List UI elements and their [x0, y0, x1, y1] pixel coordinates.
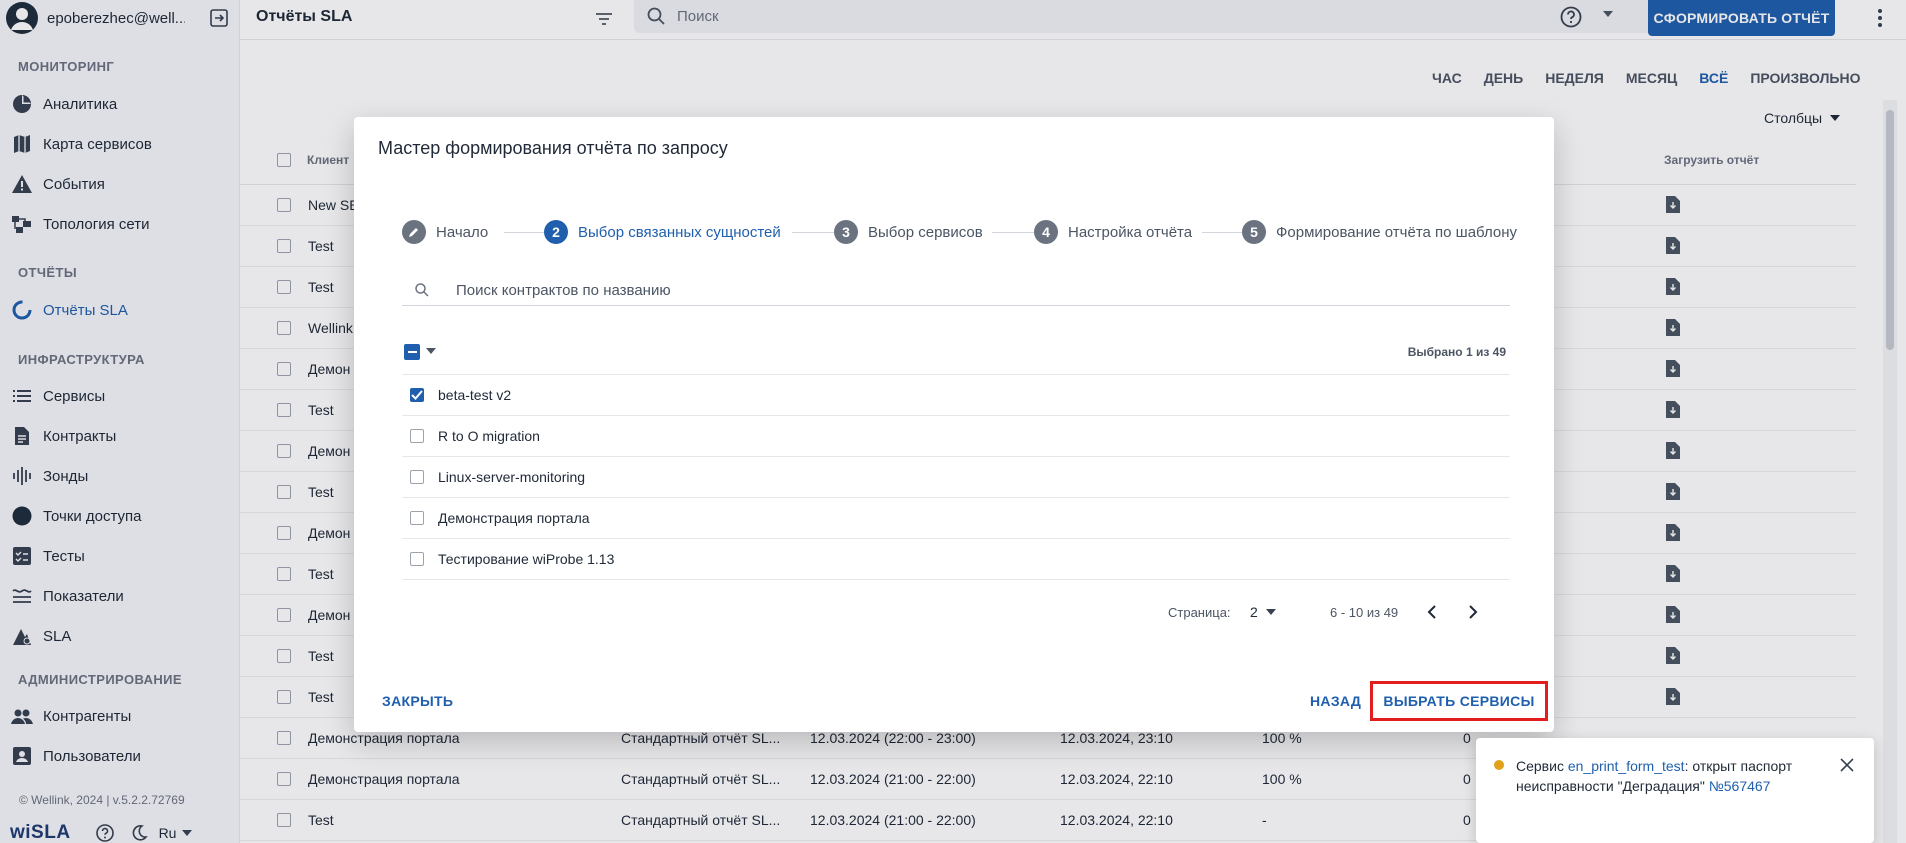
step-label: Настройка отчёта	[1068, 223, 1193, 241]
ticket-link[interactable]: №567467	[1709, 778, 1771, 794]
page-label: Страница:	[1168, 605, 1231, 620]
step-number: 2	[544, 220, 568, 244]
select-services-button[interactable]: ВЫБРАТЬ СЕРВИСЫ	[1370, 681, 1548, 721]
close-button[interactable]: ЗАКРЫТЬ	[382, 693, 453, 709]
step-services[interactable]: 3 Выбор сервисов	[834, 220, 983, 244]
select-services-label: ВЫБРАТЬ СЕРВИСЫ	[1383, 693, 1535, 709]
notification-text: Сервис en_print_form_test: открыт паспор…	[1516, 756, 1816, 796]
contracts-list-header: Выбрано 1 из 49	[402, 339, 1510, 375]
chevron-left-icon[interactable]	[1422, 602, 1442, 622]
contract-search-input[interactable]	[456, 279, 1056, 301]
select-all-contracts-checkbox[interactable]	[404, 344, 420, 360]
contract-checkbox[interactable]	[410, 388, 424, 402]
wizard-stepper: Начало 2 Выбор связанных сущностей 3 Выб…	[402, 220, 1517, 246]
list-item[interactable]: Тестирование wiProbe 1.13	[402, 539, 1510, 580]
chevron-right-icon[interactable]	[1463, 602, 1483, 622]
page-select[interactable]: 2	[1250, 604, 1276, 620]
list-item[interactable]: Демонстрация портала	[402, 498, 1510, 539]
step-connector	[504, 232, 544, 233]
service-link[interactable]: en_print_form_test	[1568, 758, 1685, 774]
step-number: 3	[834, 220, 858, 244]
contract-search	[402, 277, 1510, 306]
step-connector	[992, 232, 1034, 233]
contract-name: beta-test v2	[438, 387, 512, 403]
step-related-entities[interactable]: 2 Выбор связанных сущностей	[544, 220, 781, 244]
page-range: 6 - 10 из 49	[1330, 605, 1399, 620]
pencil-icon	[402, 220, 426, 244]
selected-count: Выбрано 1 из 49	[1407, 345, 1506, 359]
chevron-down-icon[interactable]	[426, 348, 436, 354]
contract-checkbox[interactable]	[410, 429, 424, 443]
step-number: 5	[1242, 220, 1266, 244]
list-item[interactable]: beta-test v2	[402, 375, 1510, 416]
toast-prefix: Сервис	[1516, 758, 1564, 774]
contract-name: R to O migration	[438, 428, 540, 444]
step-label: Выбор сервисов	[868, 223, 983, 241]
page-number: 2	[1250, 604, 1258, 620]
step-label: Выбор связанных сущностей	[578, 223, 781, 241]
contract-name: Тестирование wiProbe 1.13	[438, 551, 615, 567]
pagination: Страница: 2 6 - 10 из 49	[1168, 597, 1508, 629]
notification-toast: Сервис en_print_form_test: открыт паспор…	[1476, 738, 1874, 843]
search-icon	[414, 282, 430, 298]
step-label: Формирование отчёта по шаблону	[1276, 223, 1518, 241]
contract-checkbox[interactable]	[410, 552, 424, 566]
close-icon[interactable]	[1840, 758, 1854, 772]
contract-name: Linux-server-monitoring	[438, 469, 586, 485]
list-item[interactable]: Linux-server-monitoring	[402, 457, 1510, 498]
step-template-generation[interactable]: 5 Формирование отчёта по шаблону	[1242, 220, 1517, 244]
status-dot	[1494, 760, 1504, 770]
list-item[interactable]: R to O migration	[402, 416, 1510, 457]
contract-name: Демонстрация портала	[438, 510, 590, 526]
step-connector	[1202, 232, 1242, 233]
chevron-down-icon	[1265, 609, 1276, 615]
contract-checkbox[interactable]	[410, 511, 424, 525]
dialog-title: Мастер формирования отчёта по запросу	[378, 138, 728, 158]
step-number: 4	[1034, 220, 1058, 244]
step-connector	[792, 232, 834, 233]
step-start[interactable]: Начало	[402, 220, 488, 244]
step-label: Начало	[436, 223, 489, 241]
step-report-settings[interactable]: 4 Настройка отчёта	[1034, 220, 1192, 244]
back-button[interactable]: НАЗАД	[1310, 693, 1361, 709]
report-wizard-dialog: Мастер формирования отчёта по запросу На…	[354, 117, 1554, 732]
contract-checkbox[interactable]	[410, 470, 424, 484]
